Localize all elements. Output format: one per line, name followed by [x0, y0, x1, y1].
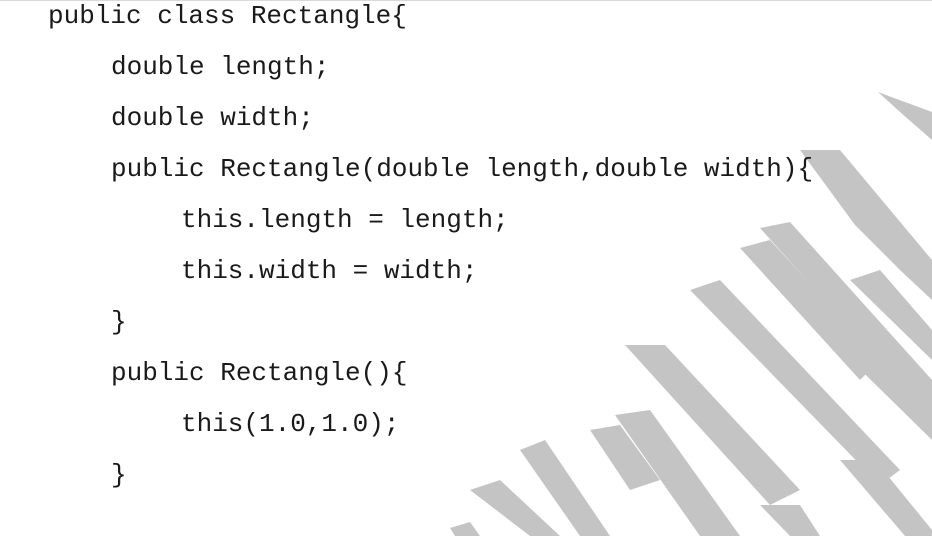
- code-block: public class Rectangle{ double length; d…: [0, 0, 932, 536]
- code-line-close-brace: }: [111, 307, 127, 337]
- code-line-constructor-default: public Rectangle(){: [111, 358, 408, 388]
- code-line-close-brace: }: [111, 460, 127, 490]
- code-line-field-width: double width;: [111, 103, 314, 133]
- document-page: public class Rectangle{ double length; d…: [0, 0, 932, 536]
- code-line-constructor-params: public Rectangle(double length,double wi…: [111, 154, 814, 184]
- code-line-class-declaration: public class Rectangle{: [48, 1, 407, 31]
- code-line-assign-width: this.width = width;: [181, 256, 478, 286]
- code-line-assign-length: this.length = length;: [181, 205, 509, 235]
- code-line-field-length: double length;: [111, 52, 330, 82]
- code-line-this-call: this(1.0,1.0);: [181, 409, 400, 439]
